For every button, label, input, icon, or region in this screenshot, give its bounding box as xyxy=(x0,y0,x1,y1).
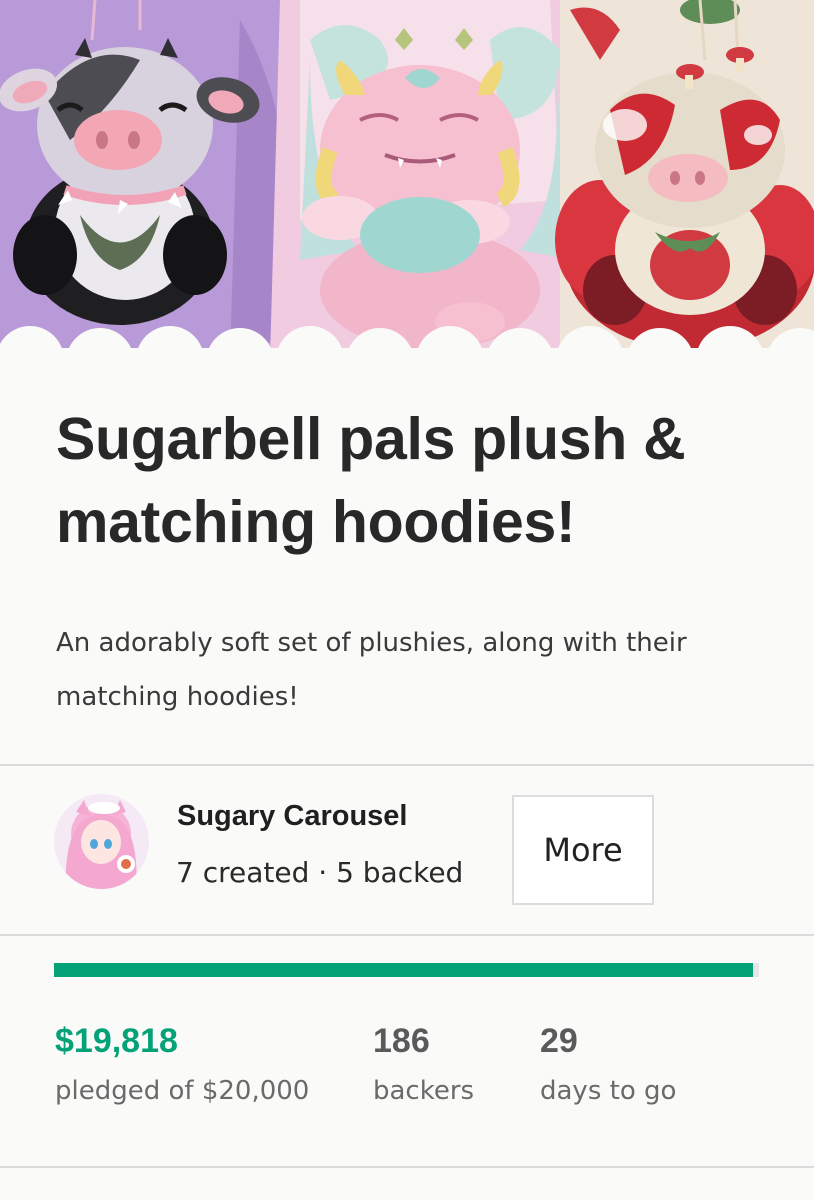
funding-progress-fill xyxy=(54,963,753,977)
backers-label: backers xyxy=(373,1076,475,1106)
pledged-amount: $19,818 xyxy=(55,1022,178,1060)
project-blurb: An adorably soft set of plushies, along … xyxy=(56,628,687,712)
more-button[interactable]: More xyxy=(512,795,654,905)
funding-progress-bar xyxy=(54,963,759,977)
days-label: days to go xyxy=(540,1076,677,1106)
divider xyxy=(0,934,814,936)
divider xyxy=(0,764,814,766)
hero-image xyxy=(0,0,814,360)
divider xyxy=(0,1166,814,1168)
creator-stats: 7 created · 5 backed xyxy=(176,856,464,889)
project-title: Sugarbell pals plush & matching hoodies! xyxy=(56,406,686,555)
days-remaining: 29 xyxy=(540,1022,578,1060)
pledged-label: pledged of $20,000 xyxy=(55,1076,310,1106)
creator-name[interactable]: Sugary Carousel xyxy=(177,800,407,833)
backers-count: 186 xyxy=(373,1022,430,1060)
creator-avatar[interactable] xyxy=(54,794,149,889)
